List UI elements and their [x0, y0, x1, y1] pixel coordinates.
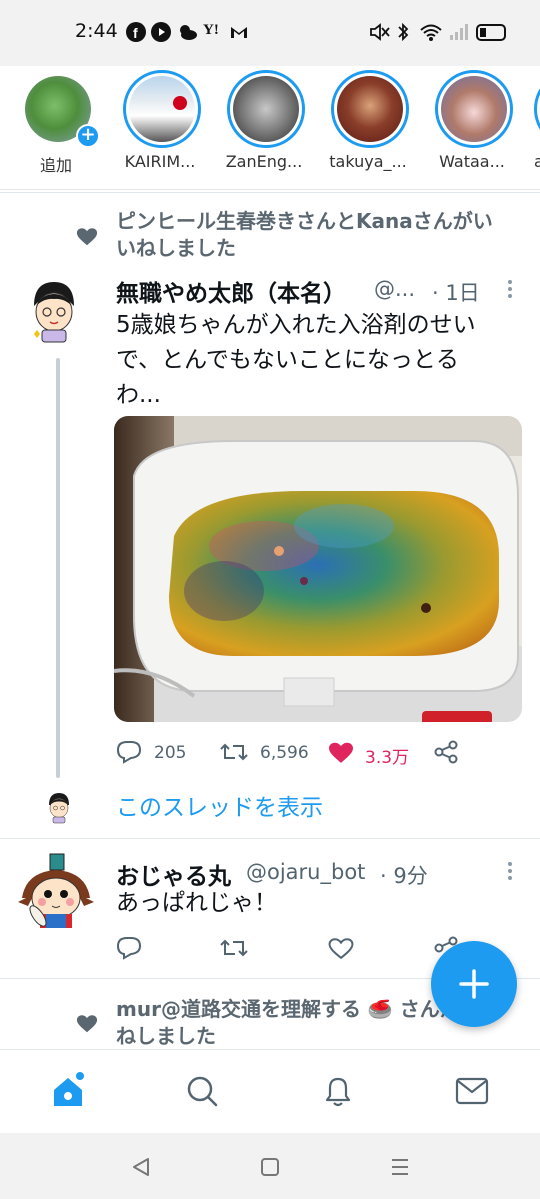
tweet-media-image[interactable]	[114, 416, 522, 722]
avatar	[337, 76, 403, 142]
youtube-icon	[151, 22, 171, 42]
retweet-count: 6,596	[260, 743, 309, 763]
social-context-line2: いねしました	[116, 236, 236, 260]
like-icon[interactable]	[327, 740, 355, 764]
bottom-navigation	[0, 1049, 540, 1133]
reply-icon[interactable]	[116, 936, 142, 960]
messages-icon[interactable]	[455, 1076, 489, 1106]
notifications-icon[interactable]	[321, 1074, 355, 1108]
add-fleet-icon[interactable]: +	[76, 124, 100, 148]
gmail-icon	[230, 22, 250, 42]
status-bar: 2:44 f Y!	[0, 0, 540, 66]
retweet-icon[interactable]	[219, 740, 249, 764]
svg-text:f: f	[133, 25, 138, 41]
avatar[interactable]	[20, 272, 88, 344]
yahoo-icon: Y!	[203, 22, 219, 38]
like-count: 3.3万	[365, 748, 410, 768]
liked-heart-icon	[76, 226, 98, 248]
fleet-name: takuya_...	[329, 152, 407, 171]
recents-icon[interactable]	[389, 1157, 411, 1177]
signal-icon	[448, 22, 468, 42]
author-handle[interactable]: @ojaru_bot	[246, 860, 365, 884]
reply-count: 205	[154, 743, 187, 763]
fleet-item[interactable]: Wataa...	[430, 70, 516, 184]
avatar[interactable]	[16, 850, 96, 932]
retweet-icon[interactable]	[219, 936, 249, 960]
avatar	[129, 76, 195, 142]
battery-icon	[476, 24, 506, 41]
compose-tweet-button[interactable]	[431, 941, 517, 1027]
avatar	[233, 76, 299, 142]
like-icon[interactable]	[327, 936, 355, 960]
fleet-avatar-ring	[435, 70, 513, 148]
fleet-avatar-ring	[123, 70, 201, 148]
avatar	[441, 76, 507, 142]
show-thread-link[interactable]: このスレッドを表示	[116, 788, 323, 822]
share-icon[interactable]	[433, 740, 459, 764]
tweet-text-line1: 5歳娘ちゃんが入れた入浴剤のせい	[116, 312, 476, 338]
plus-icon	[459, 969, 489, 999]
tweet-text: あっぱれじゃ！	[116, 890, 277, 916]
fleet-name: Wataa...	[439, 152, 505, 171]
tweet-time[interactable]: · 9分	[380, 860, 428, 890]
thread-avatar-small	[42, 785, 76, 827]
tweet-time[interactable]: · 1日	[432, 277, 480, 307]
more-icon[interactable]	[507, 860, 513, 882]
social-context: ピンヒール生春巻きさんとKanaさんがい いねしました	[116, 208, 536, 262]
liked-heart-icon	[76, 1013, 98, 1035]
tweet-text-line3: わ...	[116, 382, 161, 408]
fleet-avatar-ring	[534, 70, 540, 148]
weather-icon	[176, 22, 197, 42]
facebook-icon: f	[126, 22, 146, 42]
social-context-line1: ピンヒール生春巻きさんとKanaさんがい	[116, 209, 493, 233]
tweet-text-line2: で、とんでもないことになっとる	[116, 347, 459, 373]
author-name[interactable]: 無職やめ太郎（本名）	[116, 274, 346, 308]
search-icon[interactable]	[185, 1074, 219, 1108]
fleet-avatar-ring	[227, 70, 305, 148]
system-navigation	[0, 1133, 540, 1199]
thread-line	[56, 358, 60, 778]
more-icon[interactable]	[507, 278, 513, 300]
fleet-item[interactable]: a	[534, 70, 540, 184]
social-context-line1: mur@道路交通を理解する	[116, 997, 361, 1021]
fleet-avatar-ring	[331, 70, 409, 148]
mute-icon	[368, 22, 390, 42]
back-icon[interactable]	[130, 1156, 152, 1178]
fleet-item[interactable]: KAIRIM...	[118, 70, 204, 184]
fleet-item[interactable]: ZanEng...	[222, 70, 308, 184]
fleet-add[interactable]: + 追加	[14, 70, 100, 184]
fleet-name: 追加	[39, 156, 72, 175]
curling-stone-emoji: 🥌	[367, 997, 393, 1021]
social-context-line2: ねしました	[116, 1024, 216, 1048]
fleet-name: ZanEng...	[225, 152, 303, 171]
wifi-icon	[419, 22, 442, 42]
fleet-name: a	[534, 152, 540, 171]
bluetooth-icon	[396, 22, 416, 42]
home-icon[interactable]	[50, 1072, 88, 1110]
home-square-icon[interactable]	[260, 1157, 280, 1177]
fleet-item[interactable]: takuya_...	[326, 70, 412, 184]
fleets-row: + 追加 KAIRIM... ZanEng... takuya_... Wata…	[0, 66, 540, 190]
status-time: 2:44	[75, 20, 118, 42]
author-handle[interactable]: @...	[374, 277, 415, 301]
tweet-text: 5歳娘ちゃんが入れた入浴剤のせい で、とんでもないことになっとる わ...	[116, 308, 526, 413]
reply-icon[interactable]	[116, 740, 142, 764]
fleet-name: KAIRIM...	[124, 152, 196, 171]
